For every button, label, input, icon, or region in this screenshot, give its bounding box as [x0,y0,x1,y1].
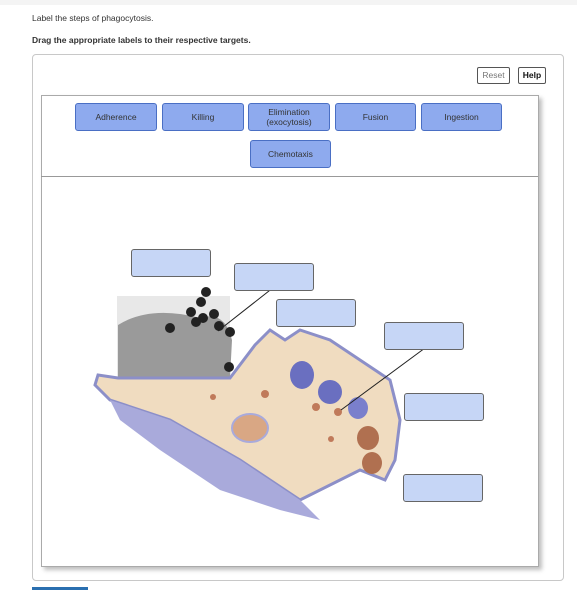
drop-target-1[interactable] [131,249,211,277]
drop-target-5[interactable] [404,393,484,421]
lysosome [312,403,320,411]
lysosome [210,394,216,400]
lysosome [261,390,269,398]
lysosome [334,408,342,416]
phagosome [290,361,314,389]
phagocytosis-illustration [93,286,426,520]
nucleus [231,413,269,443]
drop-target-3[interactable] [276,299,356,327]
micrograph-cell [118,312,232,378]
drop-target-2[interactable] [234,263,314,291]
phagosome [348,397,368,419]
drop-target-6[interactable] [403,474,483,502]
drop-target-4[interactable] [384,322,464,350]
lysosome [328,436,334,442]
phagosome [318,380,342,404]
phagolysosome [362,452,382,474]
phagolysosome [357,426,379,450]
